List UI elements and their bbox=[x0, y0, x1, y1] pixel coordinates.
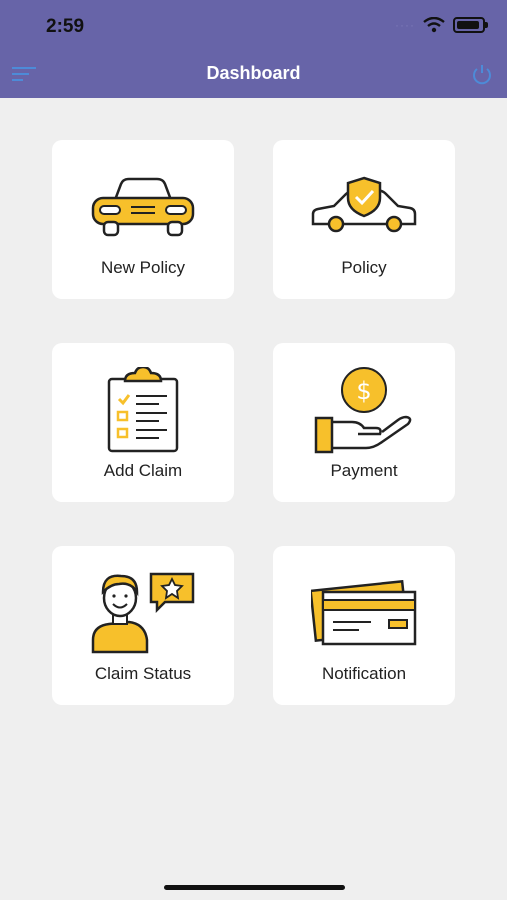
car-shield-icon bbox=[310, 166, 418, 248]
new-policy-tile[interactable]: New Policy bbox=[52, 140, 234, 299]
payment-tile[interactable]: $ Payment bbox=[273, 343, 455, 502]
page-title: Dashboard bbox=[206, 63, 301, 83]
car-front-icon bbox=[91, 166, 195, 248]
credit-card-icon bbox=[311, 572, 417, 654]
policy-tile[interactable]: Policy bbox=[273, 140, 455, 299]
cellular-signal-icon: ···· bbox=[395, 18, 415, 32]
svg-text:$: $ bbox=[356, 377, 371, 405]
add-claim-tile[interactable]: Add Claim bbox=[52, 343, 234, 502]
tile-label: Claim Status bbox=[94, 664, 192, 683]
notification-tile[interactable]: Notification bbox=[273, 546, 455, 705]
header-bar: 2:59 ···· Dashboard bbox=[0, 0, 507, 98]
claim-status-tile[interactable]: Claim Status bbox=[52, 546, 234, 705]
status-time: 2:59 bbox=[46, 16, 85, 37]
tile-label: Add Claim bbox=[103, 461, 183, 480]
hand-coin-icon: $ bbox=[314, 367, 414, 454]
tile-label: Payment bbox=[330, 461, 398, 480]
wifi-icon bbox=[423, 17, 445, 33]
dashboard-grid: New Policy Policy Add Claim $ Payment Cl… bbox=[52, 140, 456, 705]
person-star-icon bbox=[89, 572, 197, 654]
battery-icon bbox=[453, 17, 488, 33]
tile-label: New Policy bbox=[100, 258, 186, 277]
tile-label: Notification bbox=[321, 664, 407, 683]
status-icons: ···· bbox=[395, 17, 488, 33]
home-indicator[interactable] bbox=[164, 885, 345, 890]
clipboard-checklist-icon bbox=[107, 367, 179, 453]
power-icon[interactable] bbox=[471, 63, 493, 85]
tile-label: Policy bbox=[341, 258, 387, 277]
